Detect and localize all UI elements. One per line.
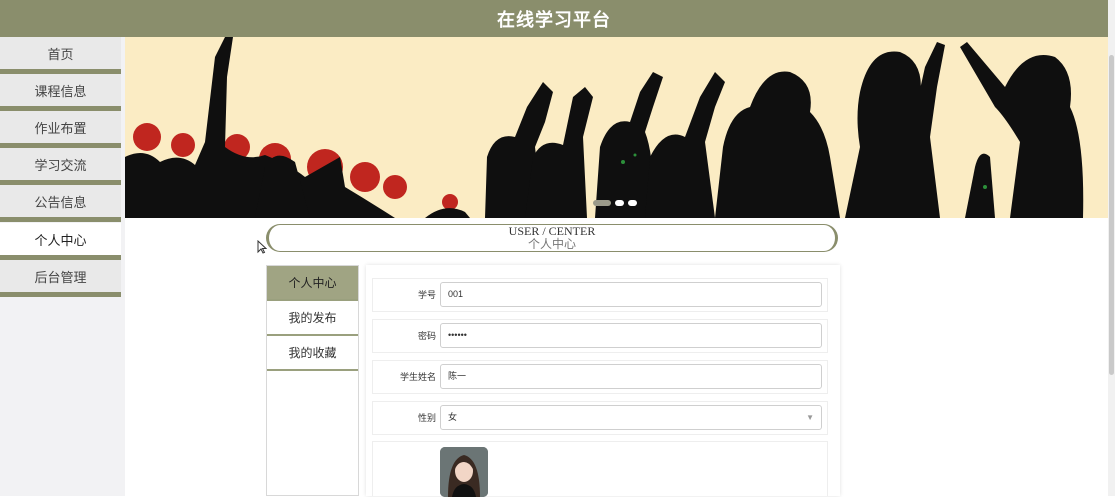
tab-label: 我的发布 bbox=[288, 311, 337, 325]
sidebar-item-admin[interactable]: 后台管理 bbox=[0, 260, 121, 297]
avatar[interactable] bbox=[440, 447, 488, 497]
student-id-label: 学号 bbox=[417, 290, 436, 300]
tab-my-favorites[interactable]: 我的收藏 bbox=[267, 336, 358, 371]
student-name-input[interactable]: 陈一 bbox=[440, 364, 822, 389]
sidebar-item-profile[interactable]: 个人中心 bbox=[0, 223, 121, 260]
form-row-student-name: 学生姓名 陈一 bbox=[372, 360, 828, 394]
form-row-avatar bbox=[372, 441, 828, 497]
carousel-dot[interactable] bbox=[593, 200, 611, 206]
sidebar-item-label: 课程信息 bbox=[34, 83, 87, 99]
carousel-dot[interactable] bbox=[615, 200, 624, 206]
gender-value: 女 bbox=[448, 412, 458, 422]
gender-select[interactable]: 女 ▼ bbox=[440, 405, 822, 430]
student-id-input[interactable]: 001 bbox=[440, 282, 822, 307]
form-row-gender: 性别 女 ▼ bbox=[372, 401, 828, 435]
sidebar-item-label: 公告信息 bbox=[34, 194, 87, 210]
sidebar-item-label: 个人中心 bbox=[34, 232, 87, 248]
app-title: 在线学习平台 bbox=[497, 9, 611, 30]
profile-form: 学号 001 密码 •••••• 学生姓名 陈一 性别 女 ▼ bbox=[366, 265, 840, 497]
section-title: USER / CENTER 个人中心 bbox=[266, 224, 838, 252]
carousel-dot[interactable] bbox=[628, 200, 637, 206]
profile-tabs: 个人中心 我的发布 我的收藏 bbox=[266, 265, 359, 496]
tab-my-posts[interactable]: 我的发布 bbox=[267, 301, 358, 336]
page-scrollbar[interactable] bbox=[1108, 0, 1115, 496]
chevron-down-icon: ▼ bbox=[806, 413, 814, 422]
sidebar-item-label: 学习交流 bbox=[34, 157, 87, 173]
carousel-dots bbox=[593, 200, 637, 206]
scrollbar-thumb[interactable] bbox=[1109, 55, 1114, 375]
form-row-password: 密码 •••••• bbox=[372, 319, 828, 353]
section-title-cn: 个人中心 bbox=[527, 237, 576, 251]
sidebar-nav: 首页 课程信息 作业布置 学习交流 公告信息 个人中心 后台管理 bbox=[0, 37, 125, 496]
sidebar-item-forum[interactable]: 学习交流 bbox=[0, 148, 121, 185]
sidebar-item-courses[interactable]: 课程信息 bbox=[0, 74, 121, 111]
sidebar-item-homework[interactable]: 作业布置 bbox=[0, 111, 121, 148]
password-input[interactable]: •••••• bbox=[440, 323, 822, 348]
sidebar-item-label: 首页 bbox=[47, 46, 74, 62]
tab-label: 个人中心 bbox=[288, 276, 337, 290]
form-row-student-id: 学号 001 bbox=[372, 278, 828, 312]
tab-profile[interactable]: 个人中心 bbox=[267, 266, 358, 301]
app-header: 在线学习平台 bbox=[0, 0, 1108, 37]
sidebar-item-home[interactable]: 首页 bbox=[0, 37, 121, 74]
hero-banner[interactable] bbox=[125, 37, 1108, 218]
avatar-photo bbox=[440, 447, 488, 497]
student-name-label: 学生姓名 bbox=[399, 372, 436, 382]
gender-label: 性别 bbox=[417, 413, 436, 423]
crowd-silhouette-image bbox=[125, 37, 1108, 218]
sidebar-item-label: 作业布置 bbox=[34, 120, 87, 136]
sidebar-item-announcements[interactable]: 公告信息 bbox=[0, 185, 121, 222]
sidebar-item-label: 后台管理 bbox=[34, 269, 87, 285]
password-label: 密码 bbox=[417, 331, 436, 341]
mouse-cursor-icon bbox=[257, 239, 268, 259]
tab-label: 我的收藏 bbox=[288, 346, 337, 360]
